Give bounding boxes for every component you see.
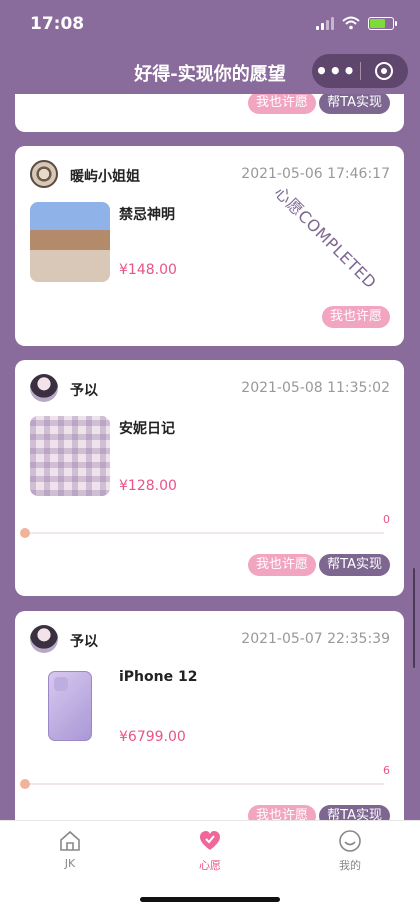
progress-count: 0 [383, 513, 390, 526]
home-icon [60, 830, 80, 851]
close-icon [375, 62, 394, 80]
home-indicator[interactable] [140, 897, 280, 902]
smile-icon [339, 830, 361, 852]
progress-count: 6 [383, 764, 390, 777]
close-button[interactable] [360, 62, 408, 80]
username: 暖屿小姐姐 [70, 169, 140, 185]
signal-icon [316, 16, 334, 30]
help-realize-button[interactable]: 帮TA实现 [319, 554, 390, 576]
product-name: 禁忌神明 [119, 207, 175, 223]
mini-program-capsule: ••• [312, 54, 408, 88]
status-time: 17:08 [30, 14, 85, 34]
heart-icon [200, 831, 220, 850]
tab-label: 心愿 [199, 859, 221, 872]
nav-bar: 好得-实现你的愿望 ••• [0, 50, 420, 94]
product-image [30, 202, 110, 282]
wifi-icon [342, 16, 360, 30]
product-image [30, 416, 110, 496]
tab-label: JK [64, 857, 76, 870]
progress-dot [20, 779, 30, 789]
product-image [48, 671, 92, 741]
scrollbar[interactable] [413, 568, 415, 668]
tab-jk[interactable]: JK [0, 829, 140, 870]
tab-bar: JK 心愿 我的 [0, 820, 420, 910]
avatar [30, 625, 58, 653]
product-name: iPhone 12 [119, 669, 198, 685]
username: 予以 [70, 634, 98, 650]
product-name: 安妮日记 [119, 421, 175, 437]
avatar [30, 374, 58, 402]
product-price: ¥148.00 [119, 262, 177, 278]
help-realize-button[interactable]: 帮TA实现 [319, 94, 390, 114]
wish-card[interactable]: 暖屿小姐姐 2021-05-06 17:46:17 禁忌神明 ¥148.00 心… [15, 146, 404, 346]
tab-wish[interactable]: 心愿 [140, 829, 280, 873]
wish-card[interactable]: 予以 2021-05-07 22:35:39 iPhone 12 ¥6799.0… [15, 611, 404, 841]
wish-time: 2021-05-08 11:35:02 [241, 380, 390, 396]
wish-too-button[interactable]: 我也许愿 [247, 554, 316, 576]
tab-label: 我的 [339, 859, 361, 872]
wish-too-button[interactable]: 我也许愿 [247, 94, 316, 114]
battery-icon [368, 16, 397, 30]
wish-too-button[interactable]: 我也许愿 [321, 306, 390, 328]
progress-dot [20, 528, 30, 538]
progress-bar [20, 779, 384, 789]
completed-stamp: 心愿COMPLETED [270, 182, 381, 293]
product-price: ¥128.00 [119, 478, 177, 494]
tab-mine[interactable]: 我的 [280, 829, 420, 873]
wish-card[interactable]: 予以 2021-05-08 11:35:02 安妮日记 ¥128.00 0 我也… [15, 360, 404, 596]
wish-card[interactable]: 我也许愿 帮TA实现 [15, 94, 404, 132]
wish-time: 2021-05-06 17:46:17 [241, 166, 390, 182]
username: 予以 [70, 383, 98, 399]
more-button[interactable]: ••• [312, 59, 360, 83]
product-price: ¥6799.00 [119, 729, 186, 745]
status-icons [316, 16, 397, 30]
avatar [30, 160, 58, 188]
progress-bar [20, 528, 384, 538]
wish-time: 2021-05-07 22:35:39 [241, 631, 390, 647]
status-bar: 17:08 [0, 0, 420, 50]
